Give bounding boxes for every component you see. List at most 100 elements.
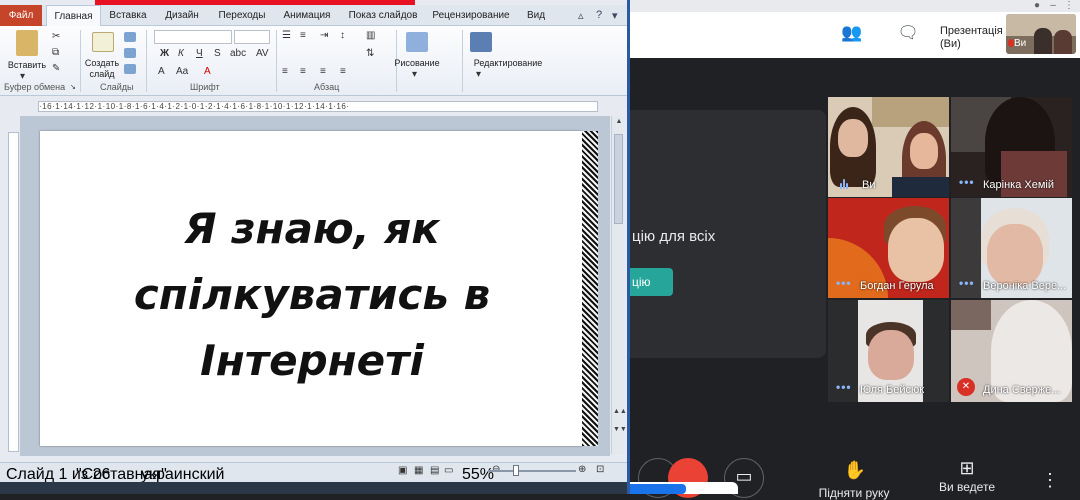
dialog-launcher-icon[interactable]: ↘ — [70, 83, 76, 91]
present-label[interactable]: Ви ведете — [930, 480, 1004, 494]
italic-icon[interactable]: К — [178, 48, 184, 59]
present-icon[interactable]: ⊞ — [952, 458, 982, 479]
raise-hand-label[interactable]: Підняти руку — [812, 486, 896, 500]
columns-icon[interactable]: ▥ — [366, 30, 375, 41]
audio-dots-icon: ••• — [959, 276, 975, 290]
new-slide-icon[interactable] — [92, 32, 114, 52]
chat-icon[interactable]: 🗨 — [896, 22, 920, 44]
editing-button[interactable]: Редактирование — [470, 58, 546, 68]
highlight-icon[interactable]: A — [204, 66, 211, 77]
presentation-label: Презентація (Ви) — [940, 25, 1003, 50]
section-icon[interactable] — [124, 64, 136, 74]
chevron-down-icon[interactable]: ▾ — [412, 69, 417, 80]
strikethrough-icon[interactable]: abc — [230, 48, 246, 59]
tab-slideshow[interactable]: Показ слайдов — [344, 5, 422, 26]
tab-transitions[interactable]: Переходы — [214, 5, 270, 26]
presentation-thumbnail[interactable]: Ви — [1006, 14, 1076, 54]
participant-tile[interactable]: ••• Вероніка Вере... — [951, 198, 1072, 298]
help-icon[interactable]: ? — [596, 9, 602, 21]
participant-tile[interactable]: Ви — [828, 97, 949, 197]
zoom-slider[interactable] — [488, 470, 576, 472]
indent-icon[interactable]: ⇥ — [320, 30, 328, 41]
people-icon[interactable]: 👥 — [840, 22, 864, 44]
font-name-field[interactable] — [154, 30, 232, 44]
powerpoint-window: Файл Главная Вставка Дизайн Переходы Ани… — [0, 0, 630, 494]
font-size-field[interactable] — [234, 30, 270, 44]
align-left-icon[interactable]: ≡ — [282, 66, 288, 77]
normal-view-icon[interactable]: ▣ — [398, 465, 407, 476]
previous-slide-icon[interactable]: ▲▲ — [613, 408, 627, 415]
tile-person-face — [910, 133, 938, 169]
tab-home[interactable]: Главная — [46, 5, 101, 27]
scroll-up-icon[interactable]: ▲ — [613, 118, 625, 125]
vertical-ruler — [8, 132, 19, 452]
more-options-icon[interactable]: ⋮ — [1040, 470, 1060, 491]
group-separator — [146, 30, 147, 92]
layout-icon[interactable] — [124, 32, 136, 42]
participant-name: Ви — [862, 179, 876, 191]
participant-tile[interactable]: ••• Юля Бейсюк — [828, 300, 949, 402]
chevron-down-icon[interactable]: ▾ — [20, 71, 25, 82]
justify-icon[interactable]: ≡ — [340, 66, 346, 77]
group-separator — [276, 30, 277, 92]
minimize-ribbon-icon[interactable]: ▵ — [578, 9, 584, 22]
tab-animation[interactable]: Анимация — [277, 5, 337, 26]
slide-title-line: спілкуватись в — [133, 270, 491, 319]
tab-review[interactable]: Рецензирование — [428, 5, 514, 26]
bullets-icon[interactable]: ☰ — [282, 30, 291, 41]
cut-icon[interactable]: ✂ — [52, 31, 60, 42]
zoom-in-icon[interactable]: ⊕ — [578, 464, 586, 475]
tab-file[interactable]: Файл — [0, 5, 42, 26]
menu-icon[interactable]: ⋮ — [1062, 0, 1076, 12]
slide-sorter-icon[interactable]: ▦ — [414, 465, 423, 476]
participant-name: Юля Бейсюк — [860, 384, 925, 396]
minimize-icon[interactable]: – — [1046, 0, 1060, 12]
bold-icon[interactable]: Ж — [160, 48, 169, 59]
fit-to-window-icon[interactable]: ⊡ — [596, 464, 604, 475]
copy-icon[interactable]: ⧉ — [52, 47, 59, 58]
tab-view[interactable]: Вид — [520, 5, 552, 26]
font-color-icon[interactable]: A — [158, 66, 165, 77]
text-direction-icon[interactable]: ⇅ — [366, 48, 374, 59]
zoom-slider-knob[interactable] — [513, 465, 519, 476]
chevron-down-icon[interactable]: ▾ — [476, 69, 481, 80]
format-painter-icon[interactable]: ✎ — [52, 63, 60, 74]
align-center-icon[interactable]: ≡ — [300, 66, 306, 77]
participant-tile[interactable]: ••• Карінка Хемій — [951, 97, 1072, 197]
reset-icon[interactable] — [124, 48, 136, 58]
paste-icon[interactable] — [16, 30, 38, 56]
vertical-scrollbar[interactable]: ▲ ▲▲ ▼▼ — [611, 116, 627, 454]
slide-decoration — [582, 131, 598, 446]
scroll-thumb[interactable] — [614, 134, 623, 224]
align-right-icon[interactable]: ≡ — [320, 66, 326, 77]
participant-name: Богдан Герула — [860, 280, 934, 292]
group-separator — [80, 30, 81, 92]
line-spacing-icon[interactable]: ↕ — [340, 30, 345, 41]
slide-title[interactable]: Я знаю, як спілкуватись в Інтернеті — [62, 196, 562, 394]
drawing-button[interactable]: Рисование — [394, 58, 440, 68]
participant-tile[interactable]: ••• Богдан Герула — [828, 198, 949, 298]
spacing-icon[interactable]: AV — [256, 48, 269, 59]
reading-view-icon[interactable]: ▤ — [430, 465, 439, 476]
new-slide-button-line1[interactable]: Создать — [82, 58, 122, 68]
numbering-icon[interactable]: ≡ — [300, 30, 306, 41]
tab-design[interactable]: Дизайн — [158, 5, 206, 26]
raise-hand-icon[interactable]: ✋ — [840, 460, 870, 481]
change-case-icon[interactable]: Aa — [176, 66, 188, 77]
binoculars-icon[interactable] — [470, 32, 492, 52]
slideshow-icon[interactable]: ▭ — [444, 465, 453, 476]
extension-icon[interactable]: ● — [1030, 0, 1044, 12]
group-font-label: Шрифт — [190, 82, 220, 92]
browser-strip — [630, 0, 1080, 12]
tab-insert[interactable]: Вставка — [104, 5, 152, 26]
new-slide-button-line2[interactable]: слайд — [82, 69, 122, 79]
chevron-down-icon[interactable]: ▾ — [612, 9, 618, 22]
participant-tile[interactable]: ✕ Дина Сверже... — [951, 300, 1072, 402]
underline-icon[interactable]: Ч — [196, 48, 203, 59]
participant-name: Карінка Хемій — [983, 179, 1054, 191]
shadow-icon[interactable]: S — [214, 48, 221, 59]
shapes-icon[interactable] — [406, 32, 428, 52]
next-slide-icon[interactable]: ▼▼ — [613, 426, 627, 433]
stop-presenting-button[interactable]: цію — [630, 268, 673, 296]
paste-button[interactable]: Вставить — [4, 60, 50, 70]
